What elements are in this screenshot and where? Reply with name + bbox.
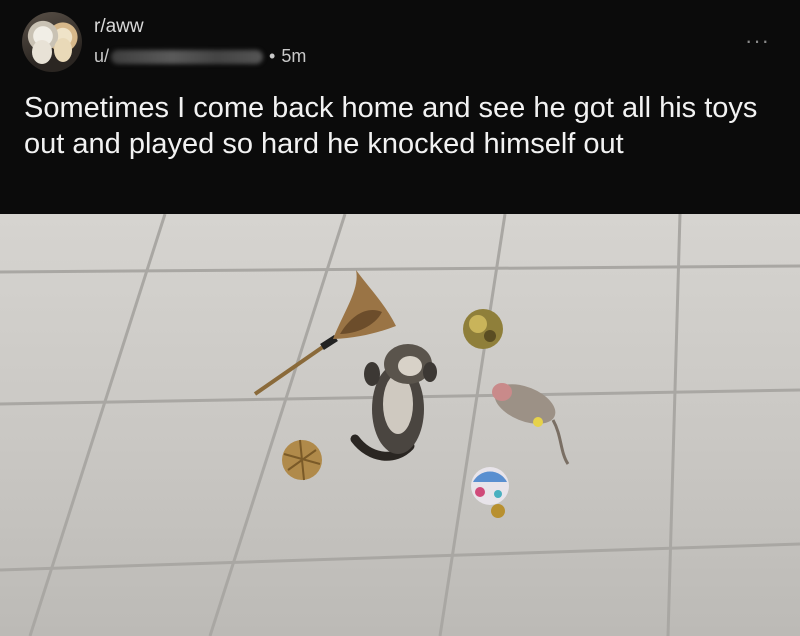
- glitter-ball-toy: [463, 309, 503, 349]
- post-title[interactable]: Sometimes I come back home and see he go…: [24, 90, 784, 162]
- author-prefix[interactable]: u/: [94, 46, 109, 66]
- reddit-post: r/aww u/ • 5m ··· Sometimes I come back ho…: [0, 0, 800, 636]
- subreddit-avatar[interactable]: [22, 12, 82, 72]
- redacted-username: [111, 50, 264, 65]
- post-image[interactable]: [0, 214, 800, 636]
- bell-ball-toy: [471, 467, 509, 518]
- separator-dot: •: [269, 46, 276, 66]
- wicker-ball-toy: [282, 439, 322, 481]
- chick-figure: [32, 40, 52, 64]
- kitten: [350, 344, 437, 461]
- post-age: 5m: [281, 46, 307, 66]
- subreddit-name[interactable]: r/aww: [94, 16, 144, 38]
- post-byline: u/ • 5m: [94, 46, 306, 67]
- kitten-photo-illustration: [0, 214, 800, 636]
- post-header: r/aww u/ • 5m ···: [0, 0, 800, 86]
- toy-mouse: [492, 383, 570, 465]
- ellipsis-icon[interactable]: ···: [745, 28, 770, 54]
- chick-figure: [54, 38, 72, 62]
